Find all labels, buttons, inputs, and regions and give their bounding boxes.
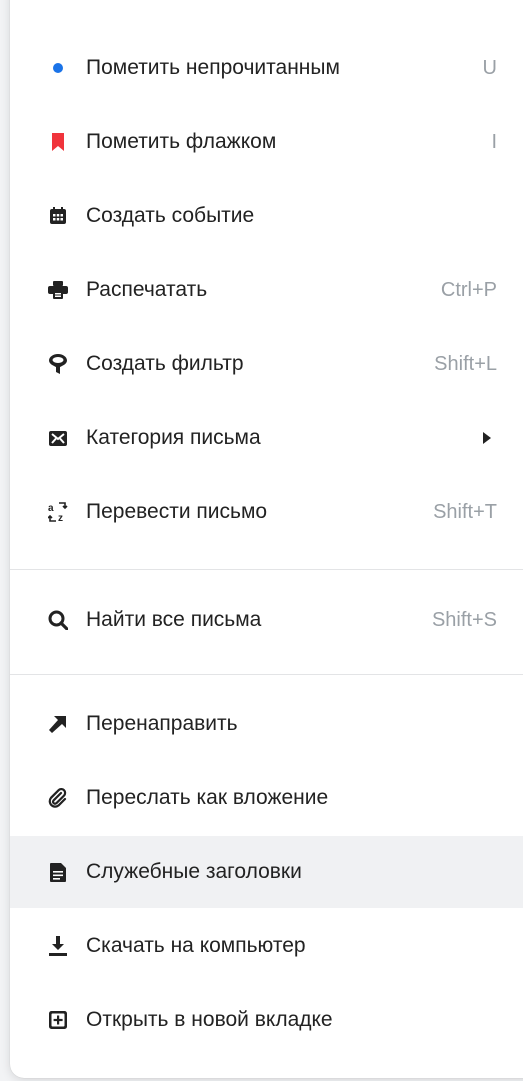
menu-item-create-filter[interactable]: Создать фильтр Shift+L bbox=[10, 328, 523, 400]
menu-item-shortcut: Shift+L bbox=[434, 352, 497, 375]
menu-item-label: Пометить непрочитанным bbox=[86, 56, 340, 79]
menu-item-forward-attachment[interactable]: Переслать как вложение bbox=[10, 762, 523, 834]
redirect-arrow-icon bbox=[48, 714, 68, 734]
menu-item-label: Служебные заголовки bbox=[86, 860, 302, 883]
menu-item-create-event[interactable]: Создать событие bbox=[10, 180, 523, 252]
menu-divider bbox=[10, 674, 523, 675]
menu-item-open-new-tab[interactable]: Открыть в новой вкладке bbox=[10, 984, 523, 1056]
menu-item-label: Создать событие bbox=[86, 204, 255, 227]
menu-item-label: Перевести письмо bbox=[86, 500, 268, 523]
menu-divider bbox=[10, 569, 523, 570]
flag-icon bbox=[48, 132, 68, 152]
paperclip-icon bbox=[48, 788, 68, 808]
menu-item-flag[interactable]: Пометить флажком I bbox=[10, 106, 523, 178]
document-icon bbox=[48, 862, 68, 882]
translate-icon: a z bbox=[48, 502, 68, 522]
svg-text:a: a bbox=[48, 503, 54, 514]
menu-item-label: Перенаправить bbox=[86, 712, 238, 735]
menu-item-label: Пометить флажком bbox=[86, 130, 277, 153]
menu-item-label: Найти все письма bbox=[86, 608, 262, 631]
menu-item-print[interactable]: Распечатать Ctrl+P bbox=[10, 254, 523, 326]
svg-text:z: z bbox=[58, 513, 63, 522]
new-tab-icon bbox=[48, 1010, 68, 1030]
menu-item-shortcut: U bbox=[482, 56, 497, 79]
menu-item-download[interactable]: Скачать на компьютер bbox=[10, 910, 523, 982]
menu-item-shortcut: Shift+S bbox=[431, 608, 497, 631]
menu-item-label: Открыть в новой вкладке bbox=[86, 1008, 333, 1031]
printer-icon bbox=[48, 280, 68, 300]
menu-item-label: Скачать на компьютер bbox=[86, 934, 306, 957]
unread-dot-icon bbox=[48, 58, 68, 78]
category-envelope-icon bbox=[48, 428, 68, 448]
menu-item-find-all[interactable]: Найти все письма Shift+S bbox=[10, 584, 523, 656]
menu-item-category[interactable]: Категория письма bbox=[10, 402, 523, 474]
menu-item-translate[interactable]: a z Перевести письмо Shift+T bbox=[10, 476, 523, 548]
menu-item-shortcut: I bbox=[491, 130, 497, 153]
filter-icon bbox=[48, 354, 68, 374]
menu-item-label: Создать фильтр bbox=[86, 352, 244, 375]
download-icon bbox=[48, 936, 68, 956]
menu-item-redirect[interactable]: Перенаправить bbox=[10, 688, 523, 760]
search-icon bbox=[48, 610, 68, 630]
menu-item-label: Распечатать bbox=[86, 278, 208, 301]
menu-item-shortcut: Shift+T bbox=[433, 500, 497, 523]
submenu-arrow-icon bbox=[483, 432, 491, 444]
menu-item-service-headers[interactable]: Служебные заголовки bbox=[10, 836, 523, 908]
context-menu: Пометить непрочитанным U Пометить флажко… bbox=[10, 0, 523, 1078]
menu-item-label: Категория письма bbox=[86, 426, 261, 449]
menu-item-mark-unread[interactable]: Пометить непрочитанным U bbox=[10, 32, 523, 104]
calendar-icon bbox=[48, 206, 68, 226]
menu-item-label: Переслать как вложение bbox=[86, 786, 329, 809]
menu-item-shortcut: Ctrl+P bbox=[440, 278, 497, 301]
